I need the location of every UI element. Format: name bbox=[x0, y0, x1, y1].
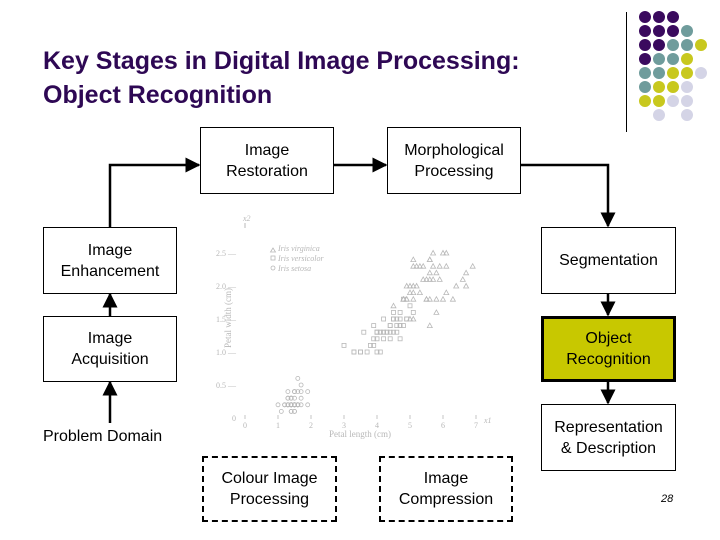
arrow-enhancement-to-restoration bbox=[108, 157, 201, 227]
stage-segmentation: Segmentation bbox=[541, 227, 676, 294]
stage-representation-description: Representation & Description bbox=[541, 404, 676, 471]
stage-image-compression: Image Compression bbox=[379, 456, 513, 522]
stage-colour-image-processing: Colour Image Processing bbox=[202, 456, 337, 522]
stage-image-enhancement-label: Image Enhancement bbox=[60, 241, 160, 280]
stage-object-recognition-label: Object Recognition bbox=[566, 330, 651, 368]
stage-morphological-processing: Morphological Processing bbox=[387, 127, 521, 194]
problem-domain-label: Problem Domain bbox=[43, 428, 163, 445]
stage-image-acquisition-label: Image Acquisition bbox=[71, 330, 149, 368]
stage-image-restoration-label: Image Restoration bbox=[226, 141, 308, 180]
stage-image-enhancement: Image Enhancement bbox=[43, 227, 177, 294]
arrow-morphological-to-segmentation bbox=[520, 163, 616, 228]
stage-image-acquisition: Image Acquisition bbox=[43, 316, 177, 382]
stage-morphological-processing-label: Morphological Processing bbox=[404, 141, 504, 180]
stage-segmentation-label: Segmentation bbox=[559, 252, 658, 269]
stage-image-compression-label: Image Compression bbox=[398, 470, 494, 508]
stage-colour-image-processing-label: Colour Image Processing bbox=[221, 470, 318, 508]
stage-representation-description-label: Representation & Description bbox=[554, 418, 663, 457]
stage-object-recognition: Object Recognition bbox=[541, 316, 676, 382]
page-number: 28 bbox=[661, 493, 674, 505]
stage-image-restoration: Image Restoration bbox=[200, 127, 334, 194]
